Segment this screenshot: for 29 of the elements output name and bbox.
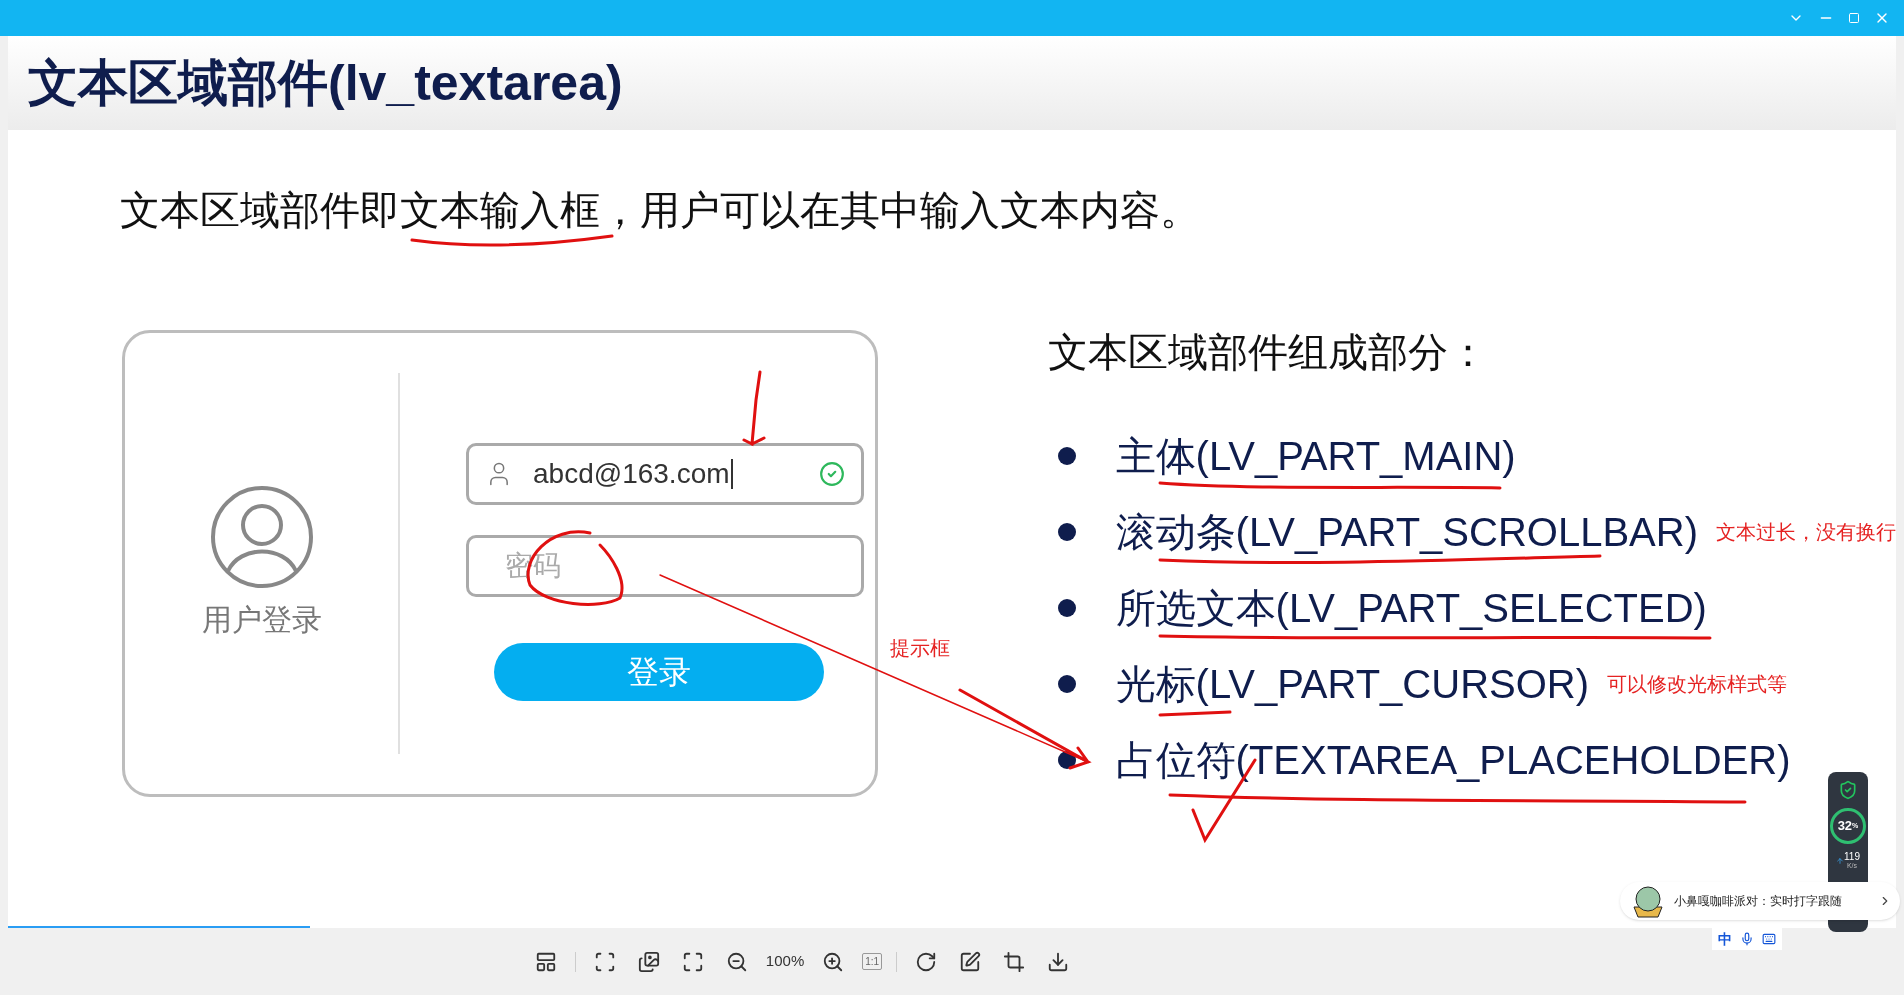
parts-heading: 文本区域部件组成部分： (1047, 329, 1489, 376)
speed-value: 119 (1844, 852, 1860, 861)
keyboard-icon[interactable] (1762, 932, 1776, 946)
bullet-icon (1057, 599, 1076, 617)
intro-text: 文本区域部件即文本输入框，用户可以在其中输入文本内容。 (120, 187, 1200, 234)
annotation-note: 文本过长，没有换行 (1716, 520, 1896, 545)
ime-popup[interactable]: 小鼻嘎咖啡派对：实时打字跟随 (1620, 882, 1900, 920)
part-label: 占位符(TEXTAREA_PLACEHOLDER) (1115, 737, 1791, 784)
upload-icon (1836, 857, 1844, 865)
zoom-level: 100% (765, 951, 805, 972)
email-value: abcd@163.com (533, 459, 733, 489)
part-label: 所选文本(LV_PART_SELECTED) (1115, 585, 1707, 632)
actual-size-button[interactable]: 1:1 (862, 953, 883, 970)
user-avatar-icon (209, 485, 314, 589)
mic-icon[interactable] (1740, 932, 1754, 946)
ime-mode[interactable]: 中 (1718, 928, 1732, 950)
slide-title: 文本区域部件(lv_textarea) (28, 58, 623, 108)
login-caption: 用户登录 (201, 602, 322, 638)
popup-text: 小鼻嘎咖啡派对：实时打字跟随 (1674, 893, 1842, 910)
bullet-icon (1057, 447, 1076, 465)
email-field[interactable]: abcd@163.com (466, 443, 864, 505)
part-label: 主体(LV_PART_MAIN) (1115, 433, 1516, 480)
bullet-icon (1057, 523, 1076, 541)
part-label: 滚动条(LV_PART_SCROLLBAR) (1115, 509, 1698, 556)
shield-icon (1838, 780, 1858, 800)
annotation-note: 提示框 (890, 636, 950, 661)
annotation-note: 可以修改光标样式等 (1607, 672, 1788, 697)
bullet-icon (1057, 675, 1076, 693)
part-label: 光标(LV_PART_CURSOR) (1115, 661, 1590, 708)
